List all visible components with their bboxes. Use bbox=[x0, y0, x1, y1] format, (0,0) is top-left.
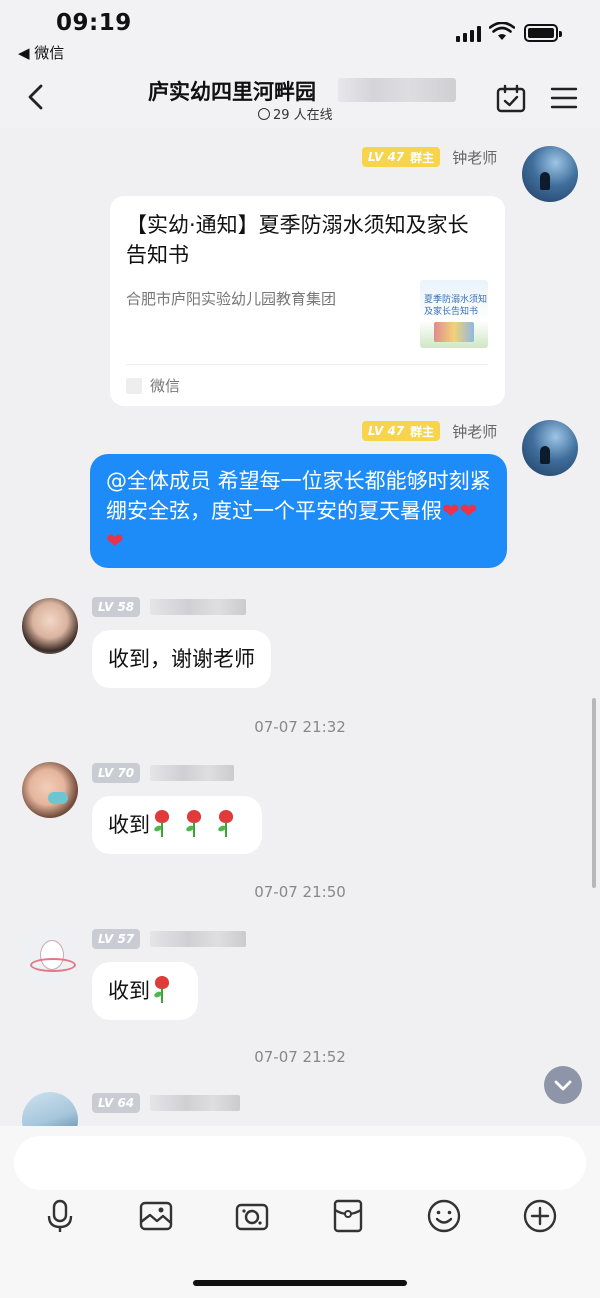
back-icon[interactable] bbox=[22, 82, 52, 112]
timestamp: 07-07 21:32 bbox=[254, 718, 346, 736]
message-item: LV 57 收到 bbox=[0, 924, 600, 1034]
level-badge: LV 47 群主 bbox=[362, 421, 441, 441]
level-text: LV 47 bbox=[368, 424, 405, 438]
wechat-icon bbox=[126, 377, 142, 394]
sender-meta: LV 47 群主 钟老师 bbox=[362, 420, 497, 442]
blurred-sender-name bbox=[150, 931, 247, 947]
card-footer-text: 微信 bbox=[150, 377, 181, 395]
camera-icon[interactable] bbox=[232, 1196, 272, 1236]
clock-icon bbox=[258, 108, 270, 120]
image-icon[interactable] bbox=[136, 1196, 176, 1236]
card-title: 【实幼·通知】夏季防溺水须知及家长告知书 bbox=[126, 213, 469, 267]
message-item: LV 64 bbox=[0, 1088, 600, 1126]
plus-icon[interactable] bbox=[520, 1196, 560, 1236]
rose-emoji bbox=[214, 810, 238, 838]
message-bubble[interactable]: 收到，谢谢老师 bbox=[92, 630, 271, 688]
battery-icon bbox=[524, 24, 562, 42]
chat-header: 庐实幼四里河畔园 29 人在线 bbox=[0, 70, 600, 128]
avatar[interactable] bbox=[22, 762, 78, 818]
avatar[interactable] bbox=[22, 598, 78, 654]
blurred-title-part bbox=[338, 78, 456, 102]
avatar[interactable] bbox=[22, 928, 78, 984]
role-text: 群主 bbox=[410, 150, 435, 165]
input-area bbox=[0, 1126, 600, 1298]
level-badge: LV 64 bbox=[92, 1093, 141, 1113]
level-badge: LV 57 bbox=[92, 929, 141, 949]
message-item: LV 47 群主 钟老师 @全体成员 希望每一位家长都能够时刻紧绷安全弦，度过一个… bbox=[0, 414, 600, 574]
back-to-wechat-link[interactable]: ◀ 微信 bbox=[18, 42, 64, 63]
message-text: 收到 bbox=[108, 979, 150, 1003]
chevron-down-icon bbox=[554, 1080, 572, 1091]
message-bubble[interactable]: @全体成员 希望每一位家长都能够时刻紧绷安全弦，度过一个平安的夏天暑假❤❤❤ bbox=[90, 454, 507, 568]
avatar[interactable] bbox=[22, 1092, 78, 1126]
sender-meta: LV 64 bbox=[92, 1092, 241, 1114]
emoji-icon[interactable] bbox=[424, 1196, 464, 1236]
status-bar: 09:19 ◀ 微信 bbox=[0, 0, 600, 70]
rose-emoji bbox=[150, 976, 174, 1004]
chat-message-list[interactable]: LV 47 群主 钟老师 【实幼·通知】夏季防溺水须知及家长告知书 合肥市庐阳实验… bbox=[0, 128, 600, 1126]
message-item: LV 58 收到，谢谢老师 bbox=[0, 592, 600, 702]
wifi-icon bbox=[489, 22, 515, 40]
article-card[interactable]: 【实幼·通知】夏季防溺水须知及家长告知书 合肥市庐阳实验幼儿园教育集团 夏季防溺… bbox=[110, 196, 505, 406]
blurred-sender-name bbox=[150, 599, 247, 615]
message-bubble[interactable]: 收到 bbox=[92, 796, 262, 854]
avatar[interactable] bbox=[522, 146, 578, 202]
blurred-sender-name bbox=[150, 1095, 241, 1111]
message-input[interactable] bbox=[14, 1136, 586, 1190]
menu-icon[interactable] bbox=[550, 86, 578, 110]
timestamp: 07-07 21:52 bbox=[254, 1048, 346, 1066]
red-packet-icon[interactable] bbox=[328, 1196, 368, 1236]
message-text: 收到，谢谢老师 bbox=[108, 647, 255, 671]
online-count: 29 人在线 bbox=[258, 104, 333, 123]
message-bubble[interactable]: 收到 bbox=[92, 962, 198, 1020]
message-text: @全体成员 希望每一位家长都能够时刻紧绷安全弦，度过一个平安的夏天暑假 bbox=[106, 469, 491, 523]
sender-name: 钟老师 bbox=[452, 148, 498, 167]
signal-icon bbox=[456, 26, 482, 42]
timestamp: 07-07 21:50 bbox=[254, 883, 346, 901]
level-badge: LV 47 群主 bbox=[362, 147, 441, 167]
scroll-to-bottom-button[interactable] bbox=[544, 1066, 582, 1104]
sender-name: 钟老师 bbox=[452, 422, 498, 441]
card-footer: 微信 bbox=[126, 375, 180, 396]
role-text: 群主 bbox=[410, 424, 435, 439]
thumb-text: 夏季防溺水须知 及家长告知书 bbox=[424, 295, 488, 317]
rose-emoji bbox=[182, 810, 206, 838]
blurred-sender-name bbox=[150, 765, 235, 781]
avatar[interactable] bbox=[522, 420, 578, 476]
message-text: 收到 bbox=[108, 813, 150, 837]
page-title: 庐实幼四里河畔园 bbox=[148, 80, 316, 104]
message-item: LV 70 收到 bbox=[0, 758, 600, 868]
status-time: 09:19 bbox=[56, 10, 132, 36]
sender-meta: LV 70 bbox=[92, 762, 235, 784]
level-text: LV 47 bbox=[368, 150, 405, 164]
card-thumbnail: 夏季防溺水须知 及家长告知书 bbox=[420, 280, 488, 348]
card-source: 合肥市庐阳实验幼儿园教育集团 bbox=[126, 290, 337, 308]
sender-meta: LV 47 群主 钟老师 bbox=[362, 146, 497, 168]
rose-emoji bbox=[150, 810, 174, 838]
level-badge: LV 58 bbox=[92, 597, 141, 617]
mic-icon[interactable] bbox=[40, 1196, 80, 1236]
calendar-icon[interactable] bbox=[496, 84, 526, 114]
scrollbar[interactable] bbox=[592, 698, 596, 888]
sender-meta: LV 57 bbox=[92, 928, 247, 950]
level-badge: LV 70 bbox=[92, 763, 141, 783]
sender-meta: LV 58 bbox=[92, 596, 247, 618]
online-count-text: 29 人在线 bbox=[273, 108, 333, 123]
home-indicator[interactable] bbox=[193, 1280, 407, 1286]
message-item: LV 47 群主 钟老师 【实幼·通知】夏季防溺水须知及家长告知书 合肥市庐阳实验… bbox=[0, 140, 600, 410]
